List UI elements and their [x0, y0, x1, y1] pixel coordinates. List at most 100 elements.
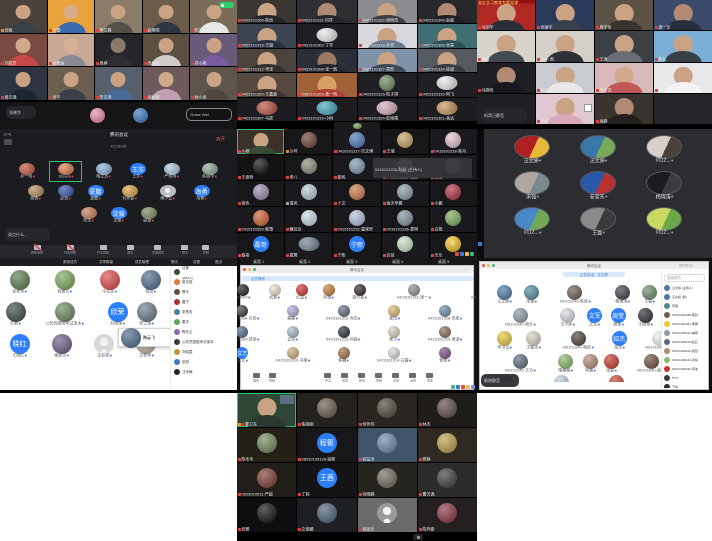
participant-bubble[interactable]: 徐老师 — [5, 270, 34, 295]
toolbar-mic[interactable]: 解除静音 — [25, 245, 49, 259]
toolbar-members[interactable]: 管理成员 — [146, 245, 170, 259]
participant-bubble[interactable]: 孙一鸣 — [13, 163, 42, 180]
participant-bubble[interactable]: 李书记 — [490, 331, 519, 351]
member-row[interactable]: zhao — [662, 373, 707, 382]
participant-bubble[interactable]: 杨锦涛 — [608, 285, 637, 305]
photo-avatar[interactable] — [554, 375, 569, 382]
participant-bubble[interactable]: 陈丽华 — [195, 163, 224, 180]
participant-tile[interactable]: 陈冬冬 — [237, 428, 296, 462]
member-row[interactable]: N0101040126-钱烈 — [662, 346, 707, 355]
participant-bubble[interactable]: 杨锦涛 — [646, 171, 682, 200]
member-row[interactable]: 陶天云 — [171, 327, 237, 337]
participant-tile[interactable]: 0423101306-陈怡 — [237, 0, 296, 23]
participant-tile[interactable]: 0923010511-严超 — [237, 463, 296, 497]
participant-tile[interactable]: 每天早晨 — [382, 181, 429, 206]
participant-bubble[interactable]: 0112... — [646, 135, 682, 164]
toolbar-chat[interactable]: 聊天 — [179, 245, 191, 259]
participant-tile[interactable]: 0410101510-韩雪 — [237, 207, 284, 232]
participant-tile[interactable]: 0423101320-王嘉豪 — [237, 73, 296, 96]
participant-bubble[interactable]: Steven — [51, 163, 81, 180]
participant-bubble[interactable]: 王晓艳 — [631, 308, 660, 328]
participant-bubble[interactable]: 阿橙 — [318, 284, 339, 301]
participant-bubble[interactable]: 沈骏沈骏 — [108, 207, 129, 224]
photo-avatar[interactable] — [90, 108, 105, 123]
member-row[interactable]: 汪文婷 (主持人) — [662, 283, 707, 292]
participant-bubble[interactable]: N0101040-蒋欣 — [548, 331, 609, 351]
participant-bubble[interactable]: 夜行者 — [345, 284, 374, 301]
participant-bubble[interactable]: 企业家 — [90, 334, 119, 359]
participant-tile[interactable]: 0423101305-吴昊 — [418, 24, 477, 47]
participant-tile[interactable]: 宁熙宁熙 — [333, 233, 380, 258]
video-tile[interactable]: 曹卫东 — [237, 393, 296, 427]
participant-bubble[interactable]: 0423101311-周一 — [380, 284, 448, 301]
participant-tile[interactable]: 周婷 — [95, 34, 142, 67]
participant-bubble[interactable]: 欣荣刘晓荣 — [103, 302, 132, 327]
participant-tile[interactable]: 磊哥磊哥 — [237, 233, 284, 258]
participant-bubble[interactable]: 王磊 — [639, 285, 660, 305]
participant-tile[interactable]: 孙雅丽 — [48, 34, 95, 67]
participant-tile[interactable]: 0423101311-刘洋 — [297, 0, 356, 23]
participant-tile[interactable]: 李佳芸 — [595, 63, 653, 93]
participant-bubble[interactable]: 梦之旅 — [132, 302, 161, 327]
member-row[interactable]: 汪永梅 — [171, 367, 237, 377]
speaker-icon[interactable] — [4, 139, 12, 145]
participant-tile[interactable]: 0423101303-黄一鸣 — [297, 73, 356, 96]
participant-tile[interactable]: 李敏 — [477, 31, 535, 61]
participant-bubble[interactable]: 焦糖 — [333, 347, 354, 364]
participant-bubble[interactable]: 悦动 — [140, 270, 161, 295]
participant-tile[interactable]: 0423101316-陆子琪 — [358, 73, 417, 96]
leave-button[interactable]: 离开 — [216, 135, 225, 142]
menu-item[interactable]: 邀请成员 — [63, 260, 77, 265]
participant-tile[interactable]: 王迪 — [595, 31, 653, 61]
participant-tile[interactable]: 文俊麟 — [297, 498, 356, 532]
participant-tile[interactable]: 豆苗 — [382, 233, 429, 258]
video-tile[interactable]: 小穆 — [237, 129, 284, 154]
close-icon[interactable] — [243, 268, 246, 271]
taskbar-app-icon[interactable] — [471, 385, 475, 389]
whiteboard-icon[interactable] — [584, 104, 592, 112]
participant-tile[interactable]: 0410101218-陈丹 — [430, 129, 477, 154]
participant-bubble[interactable]: 杨杨 — [25, 185, 46, 202]
participant-tile[interactable]: 0423101324-彭雨晴 — [358, 98, 417, 121]
participant-tile[interactable]: 0423101318-孙浩 — [358, 24, 417, 47]
workspace-label[interactable]: 桌面 4 — [392, 258, 403, 264]
toolbar-设置[interactable]: 设置 — [407, 373, 419, 387]
participant-bubble[interactable]: MOMO — [237, 284, 258, 301]
member-row[interactable]: 雷子 — [171, 297, 237, 307]
participant-tile[interactable]: 0410101217-乐文博 — [333, 129, 380, 154]
taskbar-app-icon[interactable] — [466, 385, 470, 389]
member-row[interactable]: 黑马 — [171, 287, 237, 297]
participant-tile[interactable]: 0423101312-李泽 — [237, 49, 296, 72]
close-icon[interactable] — [482, 264, 485, 267]
participant-tile[interactable]: 沈丹 — [536, 94, 594, 124]
participant-tile[interactable]: Alan·周 — [536, 31, 594, 61]
participant-bubble[interactable]: 0112... — [514, 207, 550, 236]
menu-item[interactable]: 设置 — [193, 260, 200, 265]
participant-tile[interactable]: 雅静 — [418, 428, 477, 462]
participant-bubble[interactable]: 王磊 — [580, 207, 616, 236]
taskbar-app-icon[interactable] — [470, 252, 474, 256]
minimize-icon[interactable] — [248, 268, 251, 271]
participant-bubble[interactable]: 0423101312-何杰 — [309, 305, 377, 322]
toolbar-聊天[interactable]: 聊天 — [356, 373, 368, 387]
participant-tile[interactable]: 林杰 — [418, 393, 477, 427]
member-row[interactable]: N0101040150-周洁 — [662, 364, 707, 373]
toolbar-camera[interactable]: 开启视频 — [58, 245, 82, 259]
participant-bubble[interactable]: 赵凯 — [55, 185, 76, 202]
taskbar-icons[interactable] — [451, 385, 475, 389]
participant-bubble[interactable]: 文军文军 — [584, 308, 605, 328]
participant-tile[interactable]: 钱江红 — [536, 63, 594, 93]
taskbar-app-icon[interactable] — [451, 385, 455, 389]
toolbar-invite[interactable]: 邀请 — [124, 245, 136, 259]
member-row[interactable]: 果冻 — [171, 317, 237, 327]
participant-tile[interactable]: 王蕾 — [48, 0, 95, 33]
unmute-pill[interactable]: 解除静音 — [481, 374, 519, 387]
toolbar-更多[interactable]: 更多 — [424, 373, 436, 387]
member-row[interactable]: 刘晓霞 — [171, 347, 237, 357]
participant-bubble[interactable]: 0423101319-周游 — [411, 326, 477, 343]
participant-tile[interactable]: 王睿哲 — [237, 155, 284, 180]
taskbar-app-icon[interactable] — [455, 252, 459, 256]
participant-bubble[interactable]: 王小虎 — [553, 308, 582, 328]
participant-tile[interactable]: 白杨 — [430, 207, 477, 232]
participant-tile[interactable]: 陈志平 — [190, 0, 237, 33]
